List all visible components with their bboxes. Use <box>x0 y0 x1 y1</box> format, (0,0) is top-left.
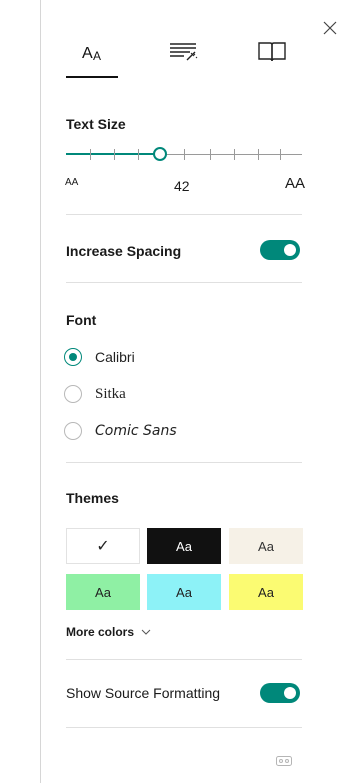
theme-swatch-label: Aa <box>176 538 192 554</box>
text-size-large-glyph: AA <box>285 175 306 192</box>
text-size-small-glyph: AA <box>65 177 79 188</box>
theme-swatch-label: Aa <box>176 584 192 600</box>
tab-text-options[interactable]: A A <box>79 36 123 76</box>
text-size-icon: A A <box>82 45 101 63</box>
slider-thumb[interactable] <box>153 147 167 161</box>
checkmark-icon: ✓ <box>96 538 110 555</box>
font-title: Font <box>66 312 97 328</box>
radio-button[interactable] <box>64 385 82 403</box>
theme-swatch-label: Aa <box>258 538 274 554</box>
slider-tick <box>210 149 211 160</box>
tab-active-indicator <box>66 76 118 78</box>
more-colors-button[interactable]: More colors <box>66 625 152 639</box>
theme-swatch-cyan[interactable]: Aa <box>147 574 221 610</box>
slider-tick <box>90 149 91 160</box>
close-icon <box>323 21 337 35</box>
reader-settings-panel: A A Text Size AA 42 AA Increase Spacing … <box>40 0 360 783</box>
divider <box>66 282 302 283</box>
grammar-tools-icon <box>170 43 198 61</box>
svg-text:A: A <box>93 49 101 63</box>
show-source-formatting-toggle[interactable] <box>260 683 300 703</box>
text-size-title: Text Size <box>66 116 126 132</box>
divider <box>66 727 302 728</box>
themes-title: Themes <box>66 490 119 506</box>
show-source-formatting-label: Show Source Formatting <box>66 685 221 701</box>
more-colors-label: More colors <box>66 625 135 639</box>
theme-swatch-black[interactable]: Aa <box>147 528 221 564</box>
tab-grammar-options[interactable] <box>166 36 210 76</box>
theme-swatch-label: Aa <box>258 584 274 600</box>
font-option-calibri[interactable]: Calibri <box>64 346 135 368</box>
font-option-label: Calibri <box>95 349 135 365</box>
theme-swatch-green[interactable]: Aa <box>66 574 140 610</box>
book-icon <box>258 42 286 62</box>
close-button[interactable] <box>320 18 340 38</box>
chevron-down-icon <box>141 629 151 635</box>
immersive-reader-icon <box>276 756 292 766</box>
divider <box>66 659 302 660</box>
text-size-value: 42 <box>174 178 190 194</box>
slider-tick <box>114 149 115 160</box>
divider <box>66 214 302 215</box>
tab-reading-preferences[interactable] <box>254 36 298 76</box>
svg-text:A: A <box>82 45 93 62</box>
increase-spacing-toggle[interactable] <box>260 240 300 260</box>
theme-swatch-label: Aa <box>95 584 111 600</box>
slider-tick <box>258 149 259 160</box>
slider-tick <box>280 149 281 160</box>
font-option-comic-sans[interactable]: Comic Sans <box>64 420 177 442</box>
text-size-slider[interactable] <box>66 145 302 165</box>
theme-swatch-sepia[interactable]: Aa <box>229 528 303 564</box>
slider-tick <box>234 149 235 160</box>
font-option-sitka[interactable]: Sitka <box>64 383 126 405</box>
slider-fill <box>66 153 160 155</box>
slider-tick <box>138 149 139 160</box>
font-option-label: Sitka <box>95 385 126 402</box>
radio-button[interactable] <box>64 422 82 440</box>
increase-spacing-label: Increase Spacing <box>66 243 182 259</box>
theme-swatch-white[interactable]: ✓ <box>66 528 140 564</box>
font-option-label: Comic Sans <box>95 423 177 439</box>
radio-button[interactable] <box>64 348 82 366</box>
theme-swatch-yellow[interactable]: Aa <box>229 574 303 610</box>
slider-tick <box>184 149 185 160</box>
divider <box>66 462 302 463</box>
